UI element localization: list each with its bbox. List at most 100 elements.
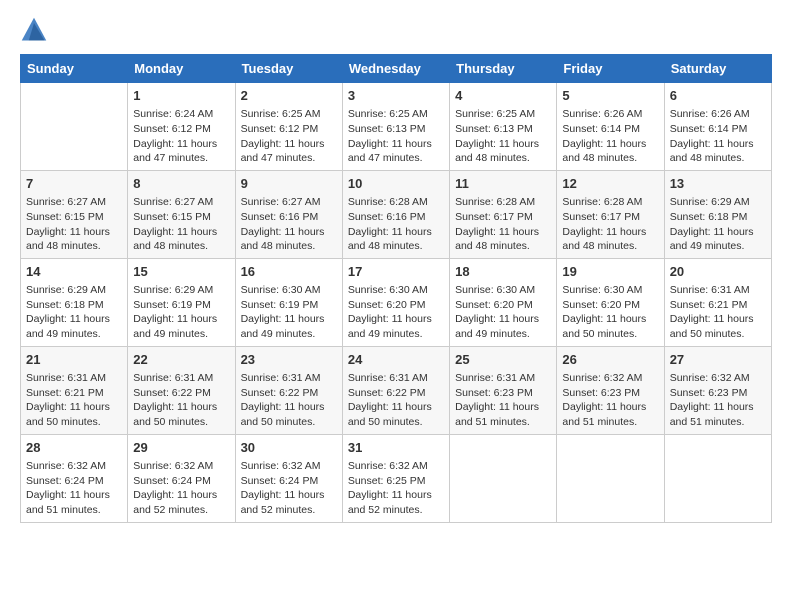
cell-info-line: Daylight: 11 hours and 51 minutes. — [562, 401, 646, 428]
cell-info-line: Sunrise: 6:29 AM — [26, 284, 106, 296]
cell-info-line: Sunrise: 6:25 AM — [455, 108, 535, 120]
cell-info-line: Daylight: 11 hours and 48 minutes. — [241, 226, 325, 253]
calendar-day-cell: 2Sunrise: 6:25 AMSunset: 6:12 PMDaylight… — [235, 83, 342, 171]
cell-info-line: Sunset: 6:13 PM — [455, 123, 533, 135]
cell-info-line: Sunrise: 6:31 AM — [455, 372, 535, 384]
cell-info-line: Sunset: 6:17 PM — [562, 211, 640, 223]
cell-info-line: Daylight: 11 hours and 48 minutes. — [133, 226, 217, 253]
header-day-sunday: Sunday — [21, 55, 128, 83]
calendar-day-cell: 27Sunrise: 6:32 AMSunset: 6:23 PMDayligh… — [664, 346, 771, 434]
day-number: 21 — [26, 351, 122, 369]
cell-info-line: Daylight: 11 hours and 51 minutes. — [26, 489, 110, 516]
calendar-day-cell: 21Sunrise: 6:31 AMSunset: 6:21 PMDayligh… — [21, 346, 128, 434]
cell-info-line: Sunrise: 6:31 AM — [241, 372, 321, 384]
cell-info-line: Sunrise: 6:30 AM — [455, 284, 535, 296]
cell-info-line: Sunset: 6:25 PM — [348, 475, 426, 487]
calendar-day-cell: 22Sunrise: 6:31 AMSunset: 6:22 PMDayligh… — [128, 346, 235, 434]
calendar-week-row: 1 Sunrise: 6:24 AM Sunset: 6:12 PM Daylight… — [21, 83, 772, 171]
cell-info-line: Sunset: 6:14 PM — [670, 123, 748, 135]
calendar-day-cell: 1Sunrise: 6:24 AMSunset: 6:12 PMDaylight… — [128, 83, 235, 171]
calendar-day-cell: 13Sunrise: 6:29 AMSunset: 6:18 PMDayligh… — [664, 170, 771, 258]
calendar-day-cell: 31Sunrise: 6:32 AMSunset: 6:25 PMDayligh… — [342, 434, 449, 522]
day-number: 12 — [562, 175, 658, 193]
cell-info-line: Daylight: 11 hours and 50 minutes. — [562, 313, 646, 340]
cell-info-line: Sunset: 6:17 PM — [455, 211, 533, 223]
cell-info-line: Sunrise: 6:24 AM — [133, 108, 213, 120]
day-number: 2 — [241, 87, 337, 105]
cell-info-line: Sunset: 6:20 PM — [562, 299, 640, 311]
header-day-friday: Friday — [557, 55, 664, 83]
cell-info-line: Daylight: 11 hours and 52 minutes. — [348, 489, 432, 516]
cell-info-line: Sunrise: 6:32 AM — [133, 460, 213, 472]
cell-info-line: Sunrise: 6:30 AM — [562, 284, 642, 296]
cell-info-line: Daylight: 11 hours and 51 minutes. — [455, 401, 539, 428]
day-number: 1 — [133, 87, 229, 105]
cell-info-line: Sunrise: 6:28 AM — [562, 196, 642, 208]
cell-info-line: Sunset: 6:13 PM — [348, 123, 426, 135]
cell-info-line: Sunrise: 6:25 AM — [241, 108, 321, 120]
cell-info-line: Sunset: 6:24 PM — [133, 475, 211, 487]
cell-info-line: Daylight: 11 hours and 50 minutes. — [241, 401, 325, 428]
cell-info-line: Sunrise: 6:32 AM — [670, 372, 750, 384]
day-number: 5 — [562, 87, 658, 105]
cell-info-line: Sunset: 6:12 PM — [241, 123, 319, 135]
cell-info-line: Sunrise: 6:28 AM — [455, 196, 535, 208]
calendar-day-cell: 17Sunrise: 6:30 AMSunset: 6:20 PMDayligh… — [342, 258, 449, 346]
cell-info-line: Sunrise: 6:30 AM — [348, 284, 428, 296]
cell-info-line: Daylight: 11 hours and 49 minutes. — [348, 313, 432, 340]
cell-info-line: Daylight: 11 hours and 48 minutes. — [562, 138, 646, 165]
cell-info-line: Sunset: 6:19 PM — [241, 299, 319, 311]
cell-info-line: Daylight: 11 hours and 48 minutes. — [562, 226, 646, 253]
calendar-day-cell: 11Sunrise: 6:28 AMSunset: 6:17 PMDayligh… — [450, 170, 557, 258]
empty-cell — [557, 434, 664, 522]
day-number: 24 — [348, 351, 444, 369]
calendar-week-row: 14Sunrise: 6:29 AMSunset: 6:18 PMDayligh… — [21, 258, 772, 346]
cell-info-line: Sunset: 6:15 PM — [26, 211, 104, 223]
header-day-tuesday: Tuesday — [235, 55, 342, 83]
calendar-header-row: SundayMondayTuesdayWednesdayThursdayFrid… — [21, 55, 772, 83]
cell-info-line: Sunrise: 6:31 AM — [133, 372, 213, 384]
cell-info-line: Sunset: 6:16 PM — [348, 211, 426, 223]
cell-info-line: Sunset: 6:24 PM — [241, 475, 319, 487]
cell-info-line: Sunrise: 6:32 AM — [26, 460, 106, 472]
cell-info-line: Sunrise: 6:28 AM — [348, 196, 428, 208]
day-number: 10 — [348, 175, 444, 193]
calendar-week-row: 7Sunrise: 6:27 AMSunset: 6:15 PMDaylight… — [21, 170, 772, 258]
day-number: 20 — [670, 263, 766, 281]
cell-info-line: Sunset: 6:14 PM — [562, 123, 640, 135]
calendar-day-cell: 12 Sunrise: 6:28 AM Sunset: 6:17 PM Dayligh… — [557, 170, 664, 258]
cell-info-line: Sunrise: 6:26 AM — [670, 108, 750, 120]
cell-info-line: Daylight: 11 hours and 51 minutes. — [670, 401, 754, 428]
cell-info-line: Daylight: 11 hours and 50 minutes. — [133, 401, 217, 428]
day-number: 16 — [241, 263, 337, 281]
cell-info-line: Sunset: 6:22 PM — [241, 387, 319, 399]
day-number: 26 — [562, 351, 658, 369]
cell-info-line: Sunset: 6:12 PM — [133, 123, 211, 135]
cell-info-line: Sunrise: 6:29 AM — [670, 196, 750, 208]
calendar-day-cell: 25Sunrise: 6:31 AMSunset: 6:23 PMDayligh… — [450, 346, 557, 434]
calendar-day-cell: 28Sunrise: 6:32 AMSunset: 6:24 PMDayligh… — [21, 434, 128, 522]
header-day-thursday: Thursday — [450, 55, 557, 83]
cell-info-line: Daylight: 11 hours and 48 minutes. — [26, 226, 110, 253]
cell-info-line: Sunset: 6:20 PM — [348, 299, 426, 311]
cell-info-line: Sunrise: 6:26 AM — [562, 108, 642, 120]
calendar-week-row: 28Sunrise: 6:32 AMSunset: 6:24 PMDayligh… — [21, 434, 772, 522]
empty-cell — [450, 434, 557, 522]
calendar-day-cell: 26Sunrise: 6:32 AMSunset: 6:23 PMDayligh… — [557, 346, 664, 434]
day-number: 27 — [670, 351, 766, 369]
day-number: 22 — [133, 351, 229, 369]
cell-info-line: Sunrise: 6:32 AM — [241, 460, 321, 472]
cell-info-line: Sunset: 6:18 PM — [26, 299, 104, 311]
day-number: 18 — [455, 263, 551, 281]
calendar-day-cell: 10Sunrise: 6:28 AMSunset: 6:16 PMDayligh… — [342, 170, 449, 258]
day-number: 9 — [241, 175, 337, 193]
cell-info-line: Sunset: 6:23 PM — [455, 387, 533, 399]
cell-info-line: Daylight: 11 hours and 48 minutes. — [670, 138, 754, 165]
calendar-day-cell: 19Sunrise: 6:30 AMSunset: 6:20 PMDayligh… — [557, 258, 664, 346]
logo — [20, 16, 52, 44]
calendar-day-cell: 20Sunrise: 6:31 AMSunset: 6:21 PMDayligh… — [664, 258, 771, 346]
day-number: 23 — [241, 351, 337, 369]
day-number: 6 — [670, 87, 766, 105]
cell-info-line: Daylight: 11 hours and 50 minutes. — [670, 313, 754, 340]
cell-info-line: Sunset: 6:24 PM — [26, 475, 104, 487]
